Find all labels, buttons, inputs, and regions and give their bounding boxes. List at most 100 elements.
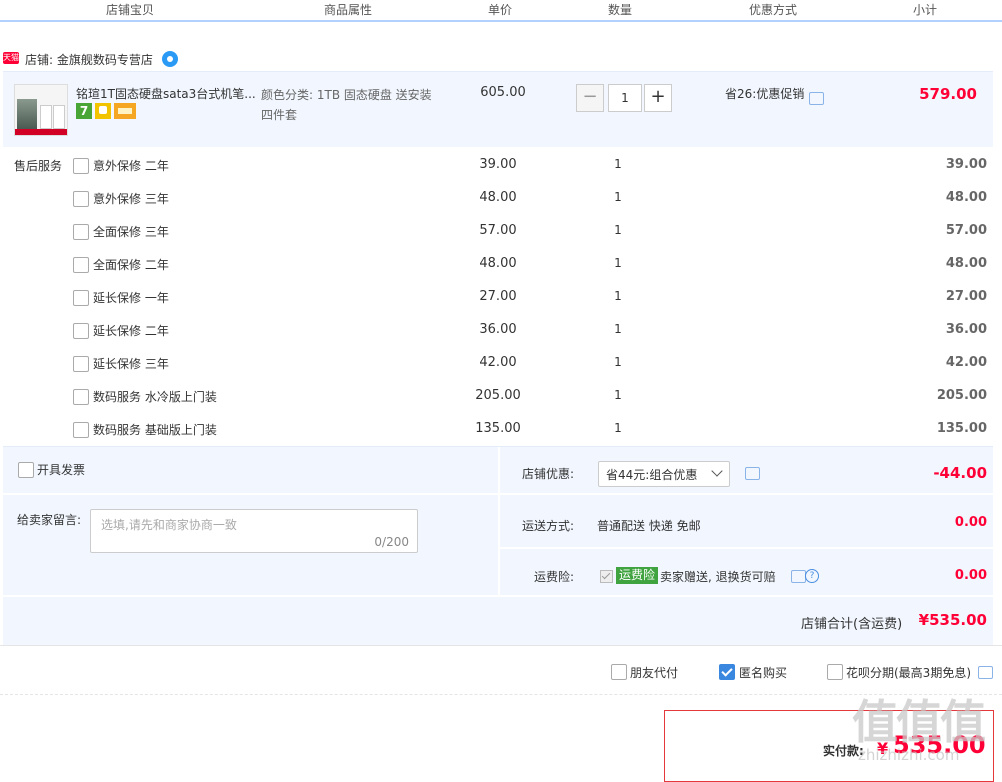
service-checkbox[interactable] [73,323,89,339]
service-qty: 1 [614,355,622,369]
service-qty: 1 [614,322,622,336]
list-item: 意外保修 二年 39.00 1 39.00 [0,154,1002,187]
qty-minus-button[interactable]: − [576,84,604,112]
freight-insurance-text: 卖家赠送, 退换货可赔 [660,570,776,584]
shop-total-label: 店铺合计(含运费) [801,617,903,632]
service-price: 42.00 [479,355,517,370]
item-subtotal: 579.00 [919,85,977,103]
list-item: 延长保修 三年 42.00 1 42.00 [0,352,1002,385]
service-price: 205.00 [475,388,521,403]
shop-discount-select[interactable]: 省44元:组合优惠 [598,461,730,487]
service-name: 数码服务 水冷版上门装 [93,390,217,404]
product-title-link[interactable]: 铭瑄1T固态硬盘sata3台式机笔... [76,85,258,102]
freight-insurance-checkbox[interactable] [600,570,613,583]
service-qty: 1 [614,256,622,270]
invoice-checkbox[interactable] [18,462,34,478]
service-name: 延长保修 三年 [93,357,169,371]
service-price: 36.00 [479,322,517,337]
shipping-value: 0.00 [954,515,987,530]
service-qty: 1 [614,190,622,204]
message-textarea[interactable]: 选填,请先和商家协商一致 0/200 [90,509,418,553]
col-price: 单价 [487,3,512,17]
service-subtotal: 27.00 [945,289,987,304]
service-price: 57.00 [479,223,517,238]
promo-text: 省26:优惠促销 [725,87,805,101]
service-checkbox[interactable] [73,158,89,174]
service-name: 全面保修 三年 [93,225,169,239]
service-checkbox[interactable] [73,257,89,273]
anonymous-label: 匿名购买 [739,666,788,680]
service-qty: 1 [614,421,622,435]
service-subtotal: 48.00 [945,256,987,271]
order-summary-panel: 开具发票 给卖家留言: 选填,请先和商家协商一致 0/200 店铺优惠: 省44… [3,446,993,645]
service-price: 48.00 [479,190,517,205]
service-name: 意外保修 三年 [93,192,169,206]
list-item: 全面保修 三年 57.00 1 57.00 [0,220,1002,253]
service-qty: 1 [614,157,622,171]
col-promo: 优惠方式 [748,3,797,17]
quantity-stepper: − 1 + [576,84,672,112]
table-header: 店铺宝贝 商品属性 单价 数量 优惠方式 小计 [0,0,1002,22]
service-badges: 7 [76,103,139,119]
guarantee-icon[interactable] [95,103,111,119]
qty-input[interactable]: 1 [608,84,642,112]
service-checkbox[interactable] [73,389,89,405]
service-checkbox[interactable] [73,422,89,438]
freight-insurance-tag: 运费险 [616,567,659,584]
shop-name-link[interactable]: 店铺: 金旗舰数码专营店 [25,51,153,68]
list-item: 意外保修 三年 48.00 1 48.00 [0,187,1002,220]
message-counter: 0/200 [374,535,409,549]
service-checkbox[interactable] [73,191,89,207]
list-item: 延长保修 二年 36.00 1 36.00 [0,319,1002,352]
huabei-label: 花呗分期(最高3期免息) [846,666,971,680]
friend-pay-label: 朋友代付 [630,666,679,680]
cart-item-row: 铭瑄1T固态硬盘sata3台式机笔... 7 颜色分类: 1TB 固态硬盘 送安… [3,71,993,147]
service-checkbox[interactable] [73,224,89,240]
freight-insurance-value: 0.00 [954,568,987,583]
message-placeholder: 选填,请先和商家协商一致 [101,518,237,532]
unit-price: 605.00 [480,85,526,100]
product-attribute: 颜色分类: 1TB 固态硬盘 送安装四件套 [261,88,432,122]
list-item: 全面保修 二年 48.00 1 48.00 [0,253,1002,286]
service-price: 27.00 [479,289,517,304]
service-price: 39.00 [479,157,517,172]
service-name: 延长保修 二年 [93,324,169,338]
shop-discount-value: -44.00 [933,464,987,482]
seven-day-return-icon[interactable]: 7 [76,103,92,119]
shipping-text: 普通配送 快递 免邮 [597,519,701,533]
col-subtotal: 小计 [912,3,937,17]
col-qty: 数量 [607,3,632,17]
service-subtotal: 57.00 [945,223,987,238]
question-icon[interactable]: ? [805,569,819,583]
discount-info-icon[interactable] [745,467,760,480]
credit-card-icon[interactable] [114,103,136,119]
invoice-label: 开具发票 [37,463,86,477]
qty-plus-button[interactable]: + [644,84,672,112]
service-subtotal: 135.00 [936,421,987,436]
wangwang-chat-icon[interactable] [162,51,178,67]
service-subtotal: 39.00 [945,157,987,172]
huabei-info-icon[interactable] [978,666,993,679]
service-qty: 1 [614,223,622,237]
watermark-logo: 值值值 [852,695,986,749]
huabei-checkbox[interactable] [827,664,843,680]
col-shop-item: 店铺宝贝 [105,3,154,17]
service-subtotal: 36.00 [945,322,987,337]
service-name: 延长保修 一年 [93,291,169,305]
anonymous-checkbox[interactable] [719,664,735,680]
product-thumbnail[interactable] [14,84,68,136]
col-attr: 商品属性 [323,3,372,17]
service-price: 135.00 [475,421,521,436]
service-name: 数码服务 基础版上门装 [93,423,217,437]
service-subtotal: 48.00 [945,190,987,205]
service-checkbox[interactable] [73,356,89,372]
friend-pay-checkbox[interactable] [611,664,627,680]
service-subtotal: 42.00 [945,355,987,370]
freight-chat-icon[interactable] [791,570,806,583]
service-name: 意外保修 二年 [93,159,169,173]
service-checkbox[interactable] [73,290,89,306]
shop-discount-selected: 省44元:组合优惠 [606,468,698,482]
service-subtotal: 205.00 [936,388,987,403]
promo-info-icon[interactable] [809,92,824,105]
service-qty: 1 [614,289,622,303]
